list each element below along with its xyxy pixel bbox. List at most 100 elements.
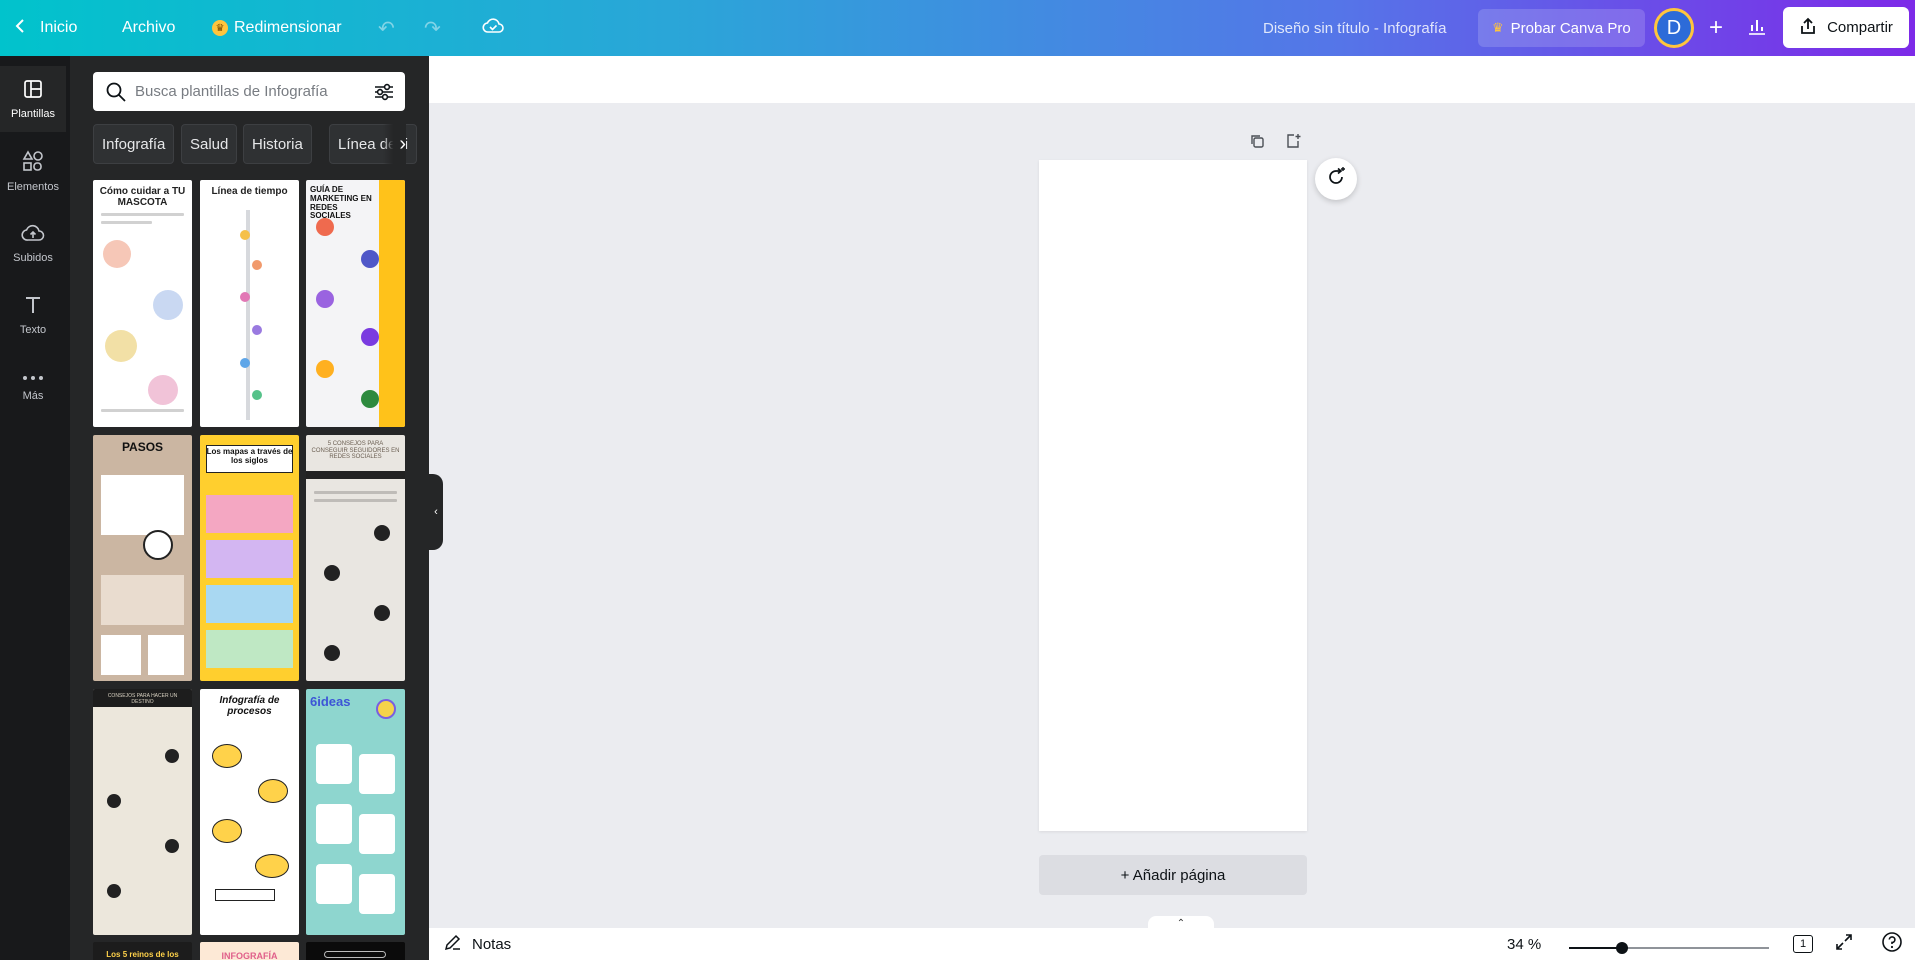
rail-item-more[interactable]: Más (0, 354, 66, 420)
template-card[interactable]: Los mapas a través de los siglos (200, 435, 299, 681)
notes-button[interactable]: Notas (444, 928, 511, 960)
zoom-slider-fill (1569, 947, 1623, 949)
collapse-panel-button[interactable]: ‹ (429, 474, 443, 550)
resize-label: Redimensionar (234, 19, 342, 36)
category-chips: Infografía Salud Historia Línea de ti (93, 124, 429, 164)
more-icon (22, 372, 44, 384)
zoom-slider[interactable] (1569, 942, 1769, 954)
page-count-button[interactable]: 1 (1791, 932, 1815, 956)
undo-icon: ↶ (378, 17, 395, 40)
chevron-up-icon: ⌃ (1176, 917, 1186, 929)
rail-item-uploads[interactable]: Subidos (0, 210, 66, 276)
templates-panel: Infografía Salud Historia Línea de ti › … (70, 56, 429, 960)
zoom-readout[interactable]: 34 % (1507, 928, 1541, 960)
share-icon (1799, 17, 1817, 39)
template-card[interactable]: CONSEJOS PARA HACER UN DESTINO (93, 689, 192, 935)
rail-label: Más (22, 390, 44, 402)
chevron-right-icon: › (399, 132, 406, 155)
add-page-button[interactable]: + Añadir página (1039, 855, 1307, 895)
rail-item-templates[interactable]: Plantillas (0, 66, 66, 132)
template-card[interactable]: GUÍA DE MARKETING EN REDES SOCIALES (306, 180, 405, 427)
add-page-icon (1285, 133, 1301, 154)
try-pro-button[interactable]: ♛ Probar Canva Pro (1478, 9, 1645, 47)
chip-infografia[interactable]: Infografía (93, 124, 175, 164)
template-title: Cómo cuidar a TU MASCOTA (99, 186, 186, 208)
template-card[interactable]: PASOS (93, 435, 192, 681)
help-button[interactable] (1880, 931, 1904, 958)
template-card[interactable]: 6ideas (306, 689, 405, 935)
template-search[interactable] (93, 72, 405, 111)
notes-icon (444, 933, 462, 955)
resize-button[interactable]: ♛ Redimensionar (212, 0, 342, 56)
redo-icon: ↷ (424, 17, 441, 40)
plus-icon: + (1708, 14, 1723, 41)
template-card[interactable]: INFOGRAFÍA (200, 942, 299, 960)
template-title: Línea de tiempo (211, 186, 288, 197)
chip-salud[interactable]: Salud (181, 124, 238, 164)
crown-icon: ♛ (1492, 20, 1504, 35)
fullscreen-button[interactable] (1832, 932, 1856, 956)
help-icon (1881, 931, 1903, 958)
search-input[interactable] (135, 72, 355, 111)
pages-icon: 1 (1793, 935, 1813, 953)
insights-button[interactable] (1737, 8, 1777, 48)
avatar[interactable]: D (1654, 8, 1694, 48)
template-card[interactable] (306, 942, 405, 960)
rail-item-text[interactable]: Texto (0, 282, 66, 348)
rail-label: Elementos (7, 180, 59, 193)
template-title: Infografía de procesos (219, 695, 280, 717)
magic-refresh-button[interactable] (1315, 158, 1357, 200)
home-button[interactable]: Inicio (14, 0, 77, 56)
template-title: PASOS (121, 440, 164, 454)
refresh-icon (1325, 166, 1347, 193)
top-bar: Inicio Archivo ♛ Redimensionar ↶ ↷ Diseñ… (0, 0, 1915, 56)
bar-chart-icon (1747, 17, 1767, 40)
design-page[interactable] (1039, 160, 1307, 831)
chevron-left-icon: ‹ (434, 506, 438, 518)
add-page-icon-button[interactable] (1282, 132, 1304, 154)
template-card[interactable]: 5 CONSEJOS PARA CONSEGUIR SEGUIDORES EN … (306, 435, 405, 681)
upload-icon (21, 223, 45, 246)
rail-label: Texto (19, 323, 47, 336)
home-label: Inicio (40, 19, 78, 36)
try-pro-label: Probar Canva Pro (1510, 19, 1631, 37)
rail-label: Subidos (13, 251, 53, 264)
template-title: 5 CONSEJOS PARA CONSEGUIR SEGUIDORES EN … (311, 441, 400, 461)
redo-button[interactable]: ↷ (424, 0, 441, 56)
side-rail: Plantillas Elementos Subidos Texto Más (0, 56, 70, 960)
crown-icon: ♛ (212, 20, 228, 36)
templates-icon (23, 79, 43, 102)
elements-icon (22, 149, 44, 175)
notes-label: Notas (472, 935, 512, 953)
editor-toolbar-area (429, 56, 1915, 103)
chip-historia[interactable]: Historia (243, 124, 312, 164)
template-card[interactable]: Los 5 reinos de los (93, 942, 192, 960)
rail-item-elements[interactable]: Elementos (0, 138, 66, 204)
cloud-check-icon (482, 17, 504, 40)
filter-icon[interactable] (373, 81, 395, 108)
template-card[interactable]: Cómo cuidar a TU MASCOTA (93, 180, 192, 427)
template-card[interactable]: Infografía de procesos (200, 689, 299, 935)
duplicate-page-button[interactable] (1246, 132, 1268, 154)
save-status-button[interactable] (482, 0, 504, 56)
add-collaborator-button[interactable]: + (1696, 8, 1736, 48)
undo-button[interactable]: ↶ (378, 0, 395, 56)
expand-icon (1835, 933, 1853, 956)
search-icon (105, 81, 127, 108)
share-label: Compartir (1827, 19, 1893, 36)
duplicate-icon (1249, 133, 1265, 154)
chevron-left-icon (14, 18, 28, 39)
chips-scroll-right[interactable]: › (383, 124, 406, 164)
document-title[interactable]: Diseño sin título - Infografía (1263, 0, 1446, 56)
template-title: Los mapas a través de los siglos (206, 447, 293, 465)
template-card[interactable]: Línea de tiempo (200, 180, 299, 427)
template-title: Los 5 reinos de los (106, 950, 179, 959)
page-count-label: 1 (1799, 938, 1807, 950)
share-button[interactable]: Compartir (1783, 7, 1909, 48)
template-title: CONSEJOS PARA HACER UN DESTINO (107, 693, 178, 705)
file-menu-button[interactable]: Archivo (122, 0, 175, 56)
text-icon (23, 295, 43, 318)
bottom-bar (429, 928, 1915, 960)
template-title (306, 942, 405, 948)
template-title: INFOGRAFÍA (221, 951, 278, 960)
